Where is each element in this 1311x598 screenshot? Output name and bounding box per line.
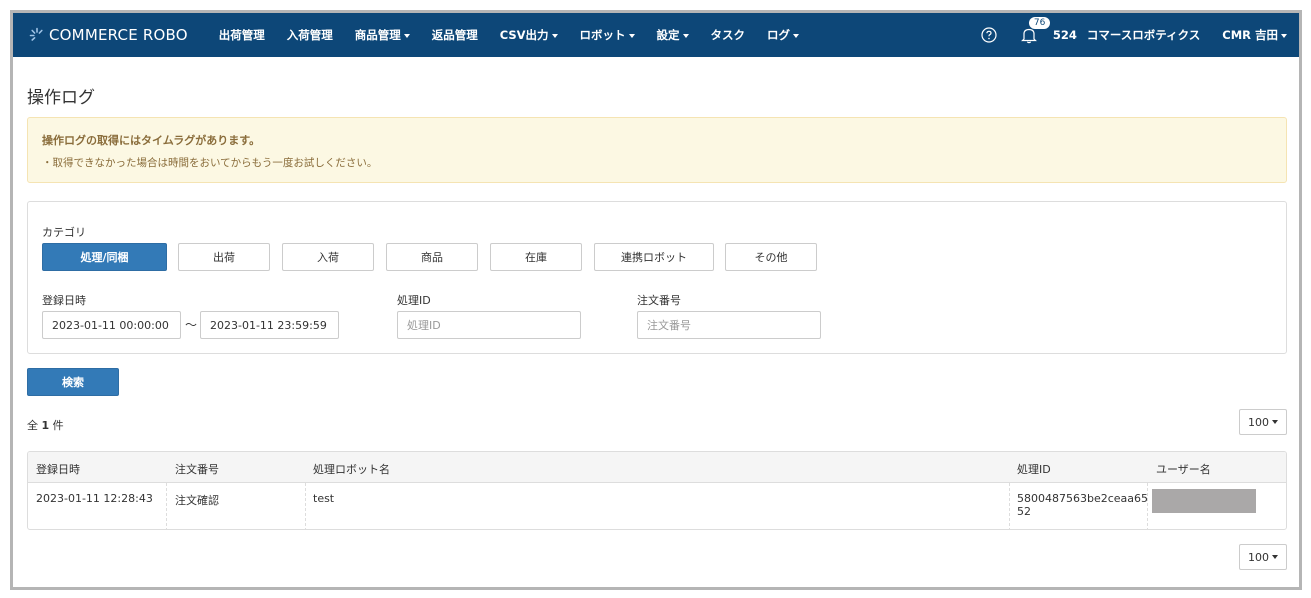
alert-body: ・取得できなかった場合は時間をおいてからもう一度お試しください。	[42, 157, 378, 169]
column-divider	[305, 483, 306, 529]
user-name: CMR 吉田	[1222, 28, 1278, 42]
nav-item-label: 商品管理	[354, 28, 401, 42]
app-frame: COMMERCE ROBO 出荷管理 入荷管理 商品管理 返品管理 CSV出力 ロボット 設…	[10, 10, 1302, 590]
page-title: 操作ログ	[27, 88, 95, 108]
nav-item-receiving[interactable]: 入荷管理	[276, 27, 344, 43]
column-header-process-id[interactable]: 処理ID	[1017, 461, 1051, 477]
help-icon[interactable]	[981, 27, 997, 43]
nav-item-label: CSV出力	[499, 28, 549, 42]
chevron-down-icon	[1281, 33, 1287, 38]
nav-item-robots[interactable]: ロボット	[569, 27, 646, 43]
result-total: 全 1 件	[27, 417, 64, 433]
category-receiving[interactable]: 入荷	[282, 243, 374, 271]
chevron-down-icon	[551, 33, 558, 38]
date-to-input[interactable]: 2023-01-11 23:59:59	[200, 311, 339, 339]
filter-panel: カテゴリ 処理/同梱 出荷 入荷 商品 在庫 連携ロボット その他 登録日時 2…	[27, 201, 1287, 354]
nav-item-logs[interactable]: ログ	[756, 27, 810, 43]
brand-logo[interactable]: COMMERCE ROBO	[29, 26, 188, 44]
nav-item-returns[interactable]: 返品管理	[421, 27, 489, 43]
chevron-down-icon	[403, 33, 410, 38]
category-process[interactable]: 処理/同梱	[42, 243, 167, 271]
nav-item-label: 入荷管理	[286, 28, 333, 42]
redacted-user-name	[1152, 489, 1256, 513]
category-other[interactable]: その他	[725, 243, 817, 271]
category-stock[interactable]: 在庫	[490, 243, 582, 271]
nav-item-label: タスク	[710, 28, 746, 42]
column-divider	[166, 483, 167, 529]
cell-robot-name: test	[313, 492, 335, 505]
log-table: 登録日時 注文番号 処理ロボット名 処理ID ユーザー名 2023-01-11 …	[27, 451, 1287, 530]
nav-item-label: 出荷管理	[218, 28, 265, 42]
main-nav: 出荷管理 入荷管理 商品管理 返品管理 CSV出力 ロボット 設定 タスク ログ	[208, 27, 810, 43]
brand-logo-icon	[29, 27, 43, 41]
notification-badge: 76	[1028, 17, 1051, 29]
header-count: 524	[1052, 28, 1077, 42]
alert-title: 操作ログの取得にはタイムラグがあります。	[42, 134, 261, 147]
cell-order-no: 注文確認	[175, 494, 219, 507]
company-name: コマースロボティクス	[1086, 28, 1201, 42]
column-header-order-no[interactable]: 注文番号	[175, 461, 219, 477]
total-count: 1	[41, 419, 50, 432]
column-header-robot-name[interactable]: 処理ロボット名	[313, 461, 390, 477]
cell-process-id-line2: 52	[1017, 505, 1031, 518]
nav-item-tasks[interactable]: タスク	[700, 27, 757, 43]
cell-process-id-line1: 5800487563be2ceaa65	[1017, 492, 1149, 505]
chevron-down-icon	[1272, 420, 1278, 424]
chevron-down-icon	[682, 33, 689, 38]
top-navbar: COMMERCE ROBO 出荷管理 入荷管理 商品管理 返品管理 CSV出力 ロボット 設…	[13, 13, 1299, 57]
nav-item-shipping[interactable]: 出荷管理	[208, 27, 276, 43]
page-size-value: 100	[1248, 550, 1269, 564]
column-header-registered[interactable]: 登録日時	[36, 461, 80, 477]
process-id-label: 処理ID	[397, 294, 431, 307]
total-prefix: 全	[27, 419, 38, 432]
chevron-down-icon	[793, 33, 800, 38]
notification-bell[interactable]: 76	[1020, 17, 1051, 44]
order-no-input[interactable]: 注文番号	[637, 311, 821, 339]
chevron-down-icon	[1272, 555, 1278, 559]
nav-item-label: ロボット	[579, 28, 626, 42]
user-menu[interactable]: CMR 吉田	[1222, 27, 1287, 43]
total-suffix: 件	[52, 419, 64, 432]
category-shipping[interactable]: 出荷	[178, 243, 270, 271]
search-button[interactable]: 検索	[27, 368, 119, 396]
nav-item-label: 返品管理	[431, 28, 478, 42]
info-alert: 操作ログの取得にはタイムラグがあります。 ・取得できなかった場合は時間をおいてか…	[27, 117, 1287, 183]
page-size-value: 100	[1248, 415, 1269, 429]
column-divider	[1009, 483, 1010, 529]
date-range-separator: 〜	[185, 318, 198, 332]
chevron-down-icon	[628, 33, 635, 38]
order-no-label: 注文番号	[637, 294, 681, 307]
date-label: 登録日時	[42, 294, 86, 307]
process-id-input[interactable]: 処理ID	[397, 311, 581, 339]
cell-process-id: 5800487563be2ceaa65 52	[1017, 492, 1148, 518]
brand-name: COMMERCE ROBO	[49, 26, 188, 44]
nav-item-label: ログ	[767, 28, 791, 42]
page-size-select-bottom[interactable]: 100	[1239, 544, 1287, 570]
nav-item-settings[interactable]: 設定	[646, 27, 700, 43]
cell-registered: 2023-01-11 12:28:43	[36, 492, 153, 505]
page-size-select-top[interactable]: 100	[1239, 409, 1287, 435]
category-product[interactable]: 商品	[386, 243, 478, 271]
nav-item-csv-export[interactable]: CSV出力	[489, 27, 569, 43]
category-label: カテゴリ	[42, 226, 86, 239]
column-header-user[interactable]: ユーザー名	[1156, 461, 1211, 477]
nav-item-label: 設定	[656, 28, 680, 42]
navbar-right: 76 524 コマースロボティクス CMR 吉田	[981, 13, 1299, 57]
nav-item-products[interactable]: 商品管理	[344, 27, 421, 43]
category-linked-robot[interactable]: 連携ロボット	[594, 243, 714, 271]
date-from-input[interactable]: 2023-01-11 00:00:00	[42, 311, 181, 339]
